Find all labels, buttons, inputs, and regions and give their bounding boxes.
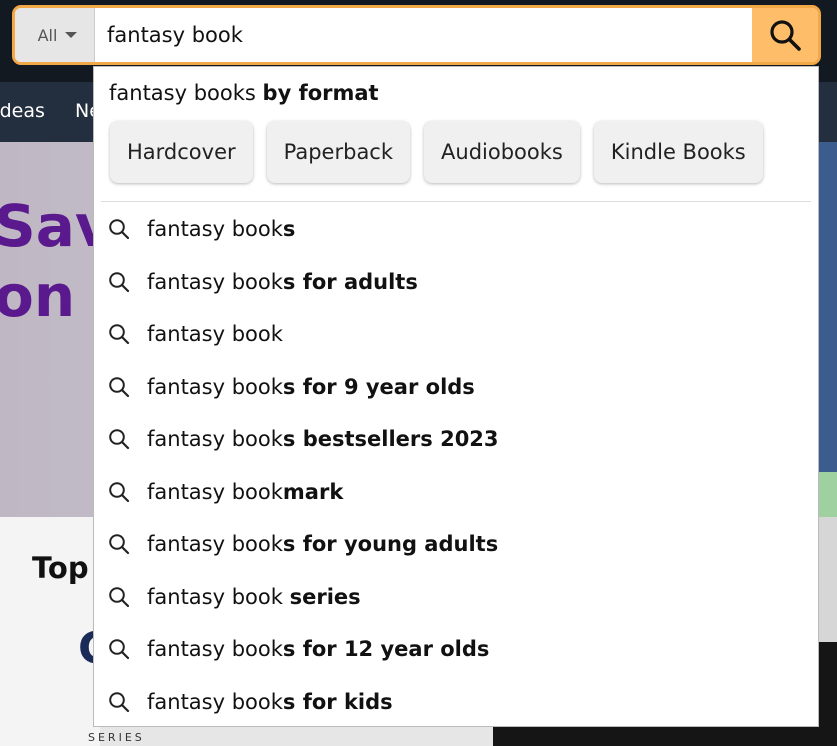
format-heading-suffix: by format [262,81,379,105]
category-select[interactable]: All [15,8,95,62]
suggestion-dropdown: fantasy books by format Hardcover Paperb… [93,66,819,727]
suggestion-item[interactable]: fantasy book [94,308,818,361]
suggestion-typed: fantasy book [147,637,283,662]
search-icon [109,586,130,607]
nav-item[interactable]: Ideas [0,100,45,122]
suggestion-typed: fantasy book [147,217,283,242]
suggestion-typed: fantasy book [147,322,283,347]
format-chip-kindle-books[interactable]: Kindle Books [593,121,763,183]
hero-image [817,472,837,517]
suggestion-item[interactable]: fantasy book s bestsellers 2023 [94,413,818,466]
suggestion-item[interactable]: fantasy book s for adults [94,256,818,309]
suggestion-item[interactable]: fantasy book s for young adults [94,518,818,571]
search-icon [109,639,130,660]
suggestion-completion: s for 12 year olds [282,637,490,662]
search-icon [109,691,130,712]
suggestion-item[interactable]: fantasy book s for 12 year olds [94,623,818,676]
product-image [818,517,837,642]
suggestion-typed: fantasy book [147,479,283,504]
format-chips: Hardcover Paperback Audiobooks Kindle Bo… [110,121,763,183]
suggestion-item[interactable]: fantasy book s for kids [94,676,818,729]
suggestion-typed: fantasy book [147,269,283,294]
suggestion-completion: s for young adults [282,532,499,557]
suggestion-list: fantasy book s fantasy book s for adults f… [94,203,818,728]
search-icon [109,324,130,345]
search-icon [109,376,130,397]
search-input[interactable] [95,8,752,62]
search-icon [109,271,130,292]
suggestion-typed: fantasy book [147,374,283,399]
suggestion-completion: mark [282,479,344,504]
product-card[interactable]: Top G SERIES 8 [0,517,142,746]
card-image-text: SERIES 8 [88,731,145,746]
search-icon [109,481,130,502]
suggestion-typed: fantasy book [147,532,283,557]
suggestion-typed: fantasy book [147,689,283,714]
search-icon [770,20,801,51]
search-icon [109,429,130,450]
caret-down-icon [65,32,78,38]
hero-image [817,142,837,472]
suggestion-completion: s for 9 year olds [282,374,475,399]
search-icon [109,219,130,240]
category-label: All [37,25,58,45]
format-heading: fantasy books by format [109,81,379,105]
suggestion-completion: s bestsellers 2023 [282,427,499,452]
search-bar: All [12,5,821,65]
hero-text: on [0,262,76,330]
suggestion-item[interactable]: fantasy book s for 9 year olds [94,361,818,414]
search-icon [109,534,130,555]
format-chip-audiobooks[interactable]: Audiobooks [424,121,580,183]
suggestion-completion: s for adults [282,269,418,294]
suggestion-typed: fantasy book [147,584,290,609]
suggestion-completion: s [282,217,296,242]
suggestion-item[interactable]: fantasy book mark [94,466,818,519]
format-heading-prefix: fantasy books [109,81,256,105]
search-button[interactable] [752,8,818,62]
suggestion-item[interactable]: fantasy book s [94,203,818,256]
format-chip-hardcover[interactable]: Hardcover [110,121,253,183]
format-chip-paperback[interactable]: Paperback [266,121,411,183]
suggestion-completion: s for kids [282,689,393,714]
suggestion-completion: series [289,584,361,609]
suggestion-item[interactable]: fantasy book series [94,571,818,624]
suggestion-typed: fantasy book [147,427,283,452]
divider [101,201,811,202]
card-title: Top [32,551,89,585]
